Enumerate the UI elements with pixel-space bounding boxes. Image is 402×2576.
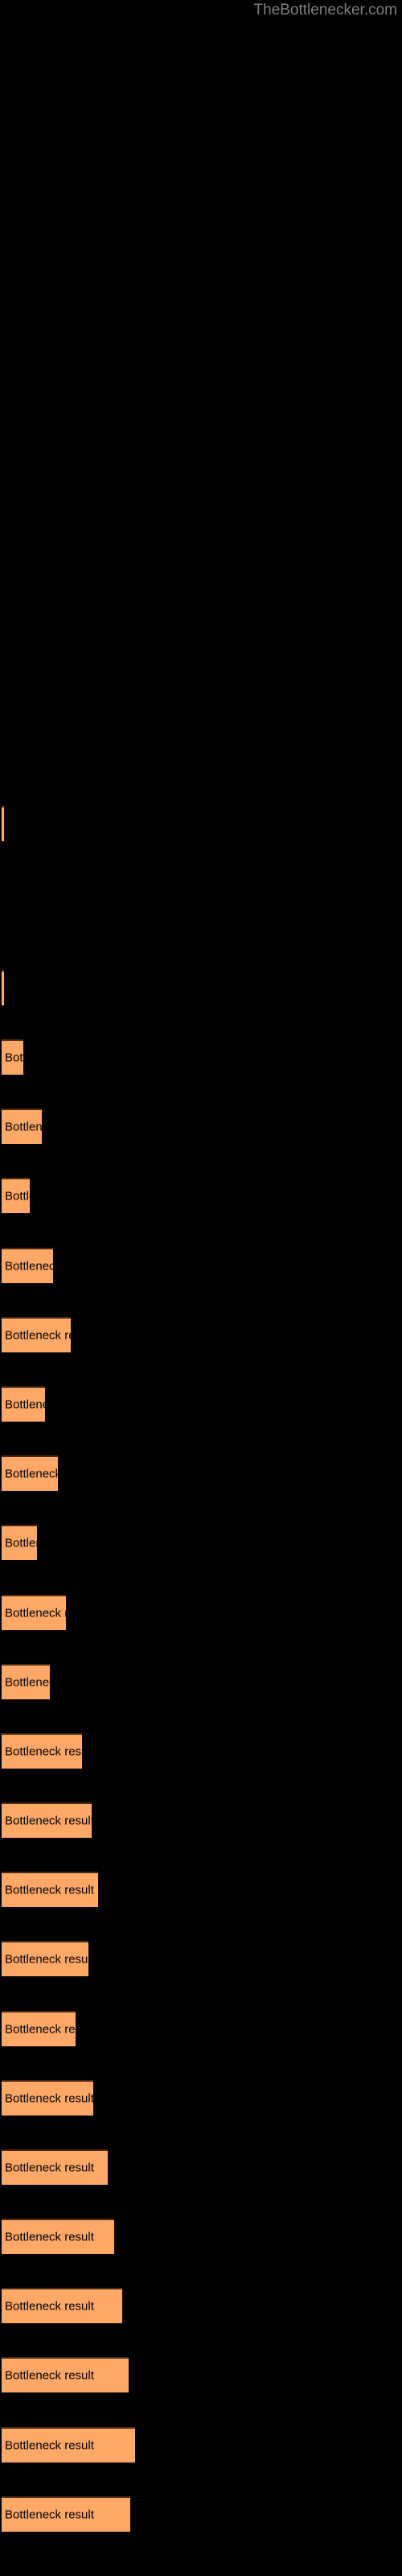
bar-label: Bottleneck result — [5, 2438, 94, 2453]
bar-label: Bottleneck result — [5, 1814, 92, 1828]
bar: Bottleneck result — [2, 2357, 129, 2392]
bar: Bottleneck result — [2, 2496, 130, 2532]
bar: Bottleneck result — [2, 1039, 23, 1075]
bar-label: Bottleneck result — [5, 2161, 94, 2175]
bar: Bottleneck result — [2, 1317, 71, 1352]
bar: Bottleneck result — [2, 1386, 45, 1422]
bar: Bottleneck result — [2, 1455, 58, 1491]
bar-label: Bottleneck result — [5, 1051, 23, 1065]
bar-label: Bottleneck result — [5, 1397, 45, 1412]
bar-label: Bottleneck result — [5, 1606, 66, 1620]
bar: Bottleneck result — [2, 2011, 76, 2046]
bar-label: Bottleneck result — [5, 1328, 71, 1343]
bar: Bottleneck result — [2, 2427, 135, 2462]
bar-label: Bottleneck result — [5, 1467, 58, 1481]
bar-label: Bottleneck result — [5, 1883, 94, 1897]
bar: Bottleneck result — [2, 2288, 122, 2323]
bar: Bottleneck result — [2, 1664, 50, 1699]
bar: Bottleneck result — [2, 1178, 30, 1213]
bar-label: Bottleneck result — [5, 1675, 50, 1690]
bar: Bottleneck result — [2, 1733, 82, 1769]
bar-label: Bottleneck result — [5, 2368, 94, 2383]
bar-label: Bottleneck result — [5, 2299, 94, 2314]
plot-area: Bottleneck result Bottleneck result Bottle… — [0, 0, 402, 2576]
bar: Bottleneck result — [2, 1525, 37, 1560]
bar-label: Bottleneck result — [5, 1952, 88, 1967]
bar: Bottleneck result — [2, 1802, 92, 1838]
bar-label: Bottleneck result — [5, 2230, 94, 2244]
bottleneck-chart: TheBottlenecker.com Bottleneck resultBot… — [0, 0, 402, 2576]
bar: Bottleneck result — [2, 1872, 98, 1907]
bar: Bottleneck result — [2, 806, 4, 841]
bar-label: Bottleneck result — [5, 2508, 94, 2522]
bar-label: Bottleneck result — [5, 2022, 76, 2037]
bar: Bottleneck result — [2, 1595, 66, 1630]
bar-label: Bottleneck result — [5, 1259, 53, 1274]
bar: Bottleneck result — [2, 970, 4, 1005]
bar: Bottleneck result — [2, 1941, 88, 1976]
bar: Bottleneck result — [2, 1248, 53, 1283]
bar-label: Bottleneck result — [5, 2091, 93, 2106]
bar: Bottleneck result — [2, 2080, 93, 2116]
bar-label: Bottleneck result — [5, 1536, 37, 1550]
bar-label: Bottleneck result — [5, 1744, 82, 1759]
bar-label: Bottleneck result — [5, 1120, 42, 1134]
bar: Bottleneck result — [2, 2149, 108, 2185]
bar-label: Bottleneck result — [5, 1189, 30, 1203]
bar: Bottleneck result — [2, 1108, 42, 1144]
bar: Bottleneck result — [2, 2219, 114, 2254]
